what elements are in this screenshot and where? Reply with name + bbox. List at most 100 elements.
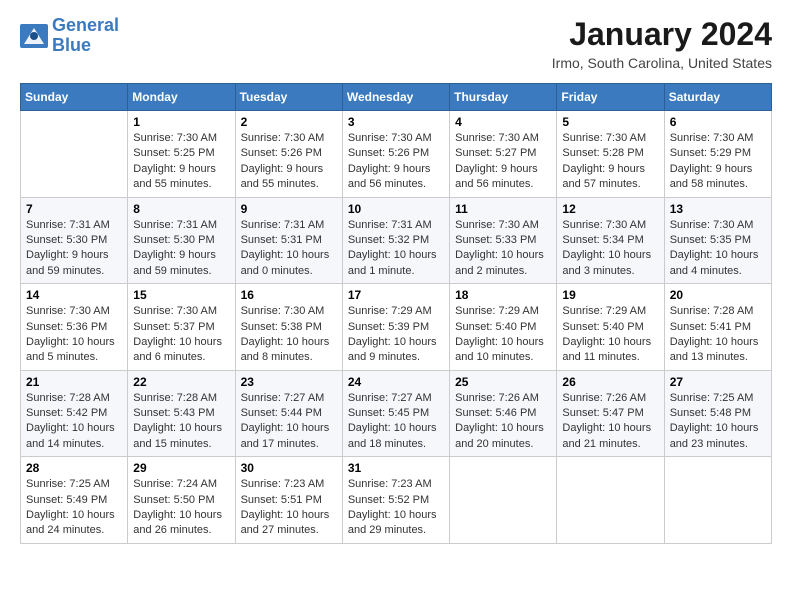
day-number: 25 bbox=[455, 375, 551, 389]
day-number: 16 bbox=[241, 288, 337, 302]
calendar-cell: 23 Sunrise: 7:27 AM Sunset: 5:44 PM Dayli… bbox=[235, 370, 342, 457]
calendar-cell: 8 Sunrise: 7:31 AM Sunset: 5:30 PM Daylig… bbox=[128, 197, 235, 284]
day-number: 28 bbox=[26, 461, 122, 475]
cell-content: Sunrise: 7:31 AM Sunset: 5:30 PM Dayligh… bbox=[26, 218, 122, 280]
week-row-3: 14 Sunrise: 7:30 AM Sunset: 5:36 PM Dayli… bbox=[21, 284, 772, 371]
day-number: 21 bbox=[26, 375, 122, 389]
calendar-cell: 10Sunrise: 7:31 AM Sunset: 5:32 PM Dayli… bbox=[342, 197, 449, 284]
calendar-cell: 2 Sunrise: 7:30 AM Sunset: 5:26 PM Daylig… bbox=[235, 111, 342, 198]
day-number: 22 bbox=[133, 375, 229, 389]
calendar-cell bbox=[664, 457, 771, 544]
calendar-cell: 4Sunrise: 7:30 AM Sunset: 5:27 PM Daylig… bbox=[450, 111, 557, 198]
location: Irmo, South Carolina, United States bbox=[552, 55, 772, 71]
cell-content: Sunrise: 7:23 AM Sunset: 5:51 PM Dayligh… bbox=[241, 477, 337, 539]
calendar-cell: 28 Sunrise: 7:25 AM Sunset: 5:49 PM Dayli… bbox=[21, 457, 128, 544]
calendar-cell: 27Sunrise: 7:25 AM Sunset: 5:48 PM Dayli… bbox=[664, 370, 771, 457]
day-number: 14 bbox=[26, 288, 122, 302]
header-monday: Monday bbox=[128, 84, 235, 111]
cell-content: Sunrise: 7:30 AM Sunset: 5:34 PM Dayligh… bbox=[562, 218, 658, 280]
week-row-1: 1 Sunrise: 7:30 AM Sunset: 5:25 PM Daylig… bbox=[21, 111, 772, 198]
day-number: 26 bbox=[562, 375, 658, 389]
cell-content: Sunrise: 7:25 AM Sunset: 5:49 PM Dayligh… bbox=[26, 477, 122, 539]
cell-content: Sunrise: 7:30 AM Sunset: 5:28 PM Dayligh… bbox=[562, 131, 658, 193]
cell-content: Sunrise: 7:27 AM Sunset: 5:44 PM Dayligh… bbox=[241, 391, 337, 453]
cell-content: Sunrise: 7:24 AM Sunset: 5:50 PM Dayligh… bbox=[133, 477, 229, 539]
header-wednesday: Wednesday bbox=[342, 84, 449, 111]
calendar-cell: 11 Sunrise: 7:30 AM Sunset: 5:33 PM Dayli… bbox=[450, 197, 557, 284]
day-number: 27 bbox=[670, 375, 766, 389]
cell-content: Sunrise: 7:29 AM Sunset: 5:40 PM Dayligh… bbox=[455, 304, 551, 366]
day-number: 7 bbox=[26, 202, 122, 216]
day-number: 4 bbox=[455, 115, 551, 129]
cell-content: Sunrise: 7:30 AM Sunset: 5:25 PM Dayligh… bbox=[133, 131, 229, 193]
week-row-2: 7 Sunrise: 7:31 AM Sunset: 5:30 PM Daylig… bbox=[21, 197, 772, 284]
calendar-cell: 31 Sunrise: 7:23 AM Sunset: 5:52 PM Dayli… bbox=[342, 457, 449, 544]
day-number: 31 bbox=[348, 461, 444, 475]
cell-content: Sunrise: 7:31 AM Sunset: 5:31 PM Dayligh… bbox=[241, 218, 337, 280]
day-number: 11 bbox=[455, 202, 551, 216]
calendar-cell: 25 Sunrise: 7:26 AM Sunset: 5:46 PM Dayli… bbox=[450, 370, 557, 457]
calendar-cell: 14 Sunrise: 7:30 AM Sunset: 5:36 PM Dayli… bbox=[21, 284, 128, 371]
calendar-cell: 26 Sunrise: 7:26 AM Sunset: 5:47 PM Dayli… bbox=[557, 370, 664, 457]
cell-content: Sunrise: 7:30 AM Sunset: 5:26 PM Dayligh… bbox=[241, 131, 337, 193]
calendar-cell: 20 Sunrise: 7:28 AM Sunset: 5:41 PM Dayli… bbox=[664, 284, 771, 371]
day-number: 17 bbox=[348, 288, 444, 302]
header-sunday: Sunday bbox=[21, 84, 128, 111]
day-number: 1 bbox=[133, 115, 229, 129]
calendar-cell: 30Sunrise: 7:23 AM Sunset: 5:51 PM Dayli… bbox=[235, 457, 342, 544]
header-tuesday: Tuesday bbox=[235, 84, 342, 111]
calendar-cell: 24Sunrise: 7:27 AM Sunset: 5:45 PM Dayli… bbox=[342, 370, 449, 457]
title-block: January 2024 Irmo, South Carolina, Unite… bbox=[552, 16, 772, 71]
week-row-4: 21 Sunrise: 7:28 AM Sunset: 5:42 PM Dayli… bbox=[21, 370, 772, 457]
calendar-table: SundayMondayTuesdayWednesdayThursdayFrid… bbox=[20, 83, 772, 544]
logo-text: GeneralBlue bbox=[52, 16, 119, 56]
calendar-cell: 17 Sunrise: 7:29 AM Sunset: 5:39 PM Dayli… bbox=[342, 284, 449, 371]
month-title: January 2024 bbox=[552, 16, 772, 53]
day-number: 15 bbox=[133, 288, 229, 302]
cell-content: Sunrise: 7:30 AM Sunset: 5:29 PM Dayligh… bbox=[670, 131, 766, 193]
day-number: 3 bbox=[348, 115, 444, 129]
logo-icon bbox=[20, 24, 48, 48]
day-number: 19 bbox=[562, 288, 658, 302]
cell-content: Sunrise: 7:26 AM Sunset: 5:47 PM Dayligh… bbox=[562, 391, 658, 453]
day-number: 18 bbox=[455, 288, 551, 302]
cell-content: Sunrise: 7:28 AM Sunset: 5:41 PM Dayligh… bbox=[670, 304, 766, 366]
calendar-cell: 3 Sunrise: 7:30 AM Sunset: 5:26 PM Daylig… bbox=[342, 111, 449, 198]
cell-content: Sunrise: 7:30 AM Sunset: 5:36 PM Dayligh… bbox=[26, 304, 122, 366]
calendar-cell: 7 Sunrise: 7:31 AM Sunset: 5:30 PM Daylig… bbox=[21, 197, 128, 284]
calendar-cell: 5 Sunrise: 7:30 AM Sunset: 5:28 PM Daylig… bbox=[557, 111, 664, 198]
day-number: 13 bbox=[670, 202, 766, 216]
day-number: 23 bbox=[241, 375, 337, 389]
header-saturday: Saturday bbox=[664, 84, 771, 111]
day-number: 6 bbox=[670, 115, 766, 129]
cell-content: Sunrise: 7:28 AM Sunset: 5:42 PM Dayligh… bbox=[26, 391, 122, 453]
calendar-cell: 1 Sunrise: 7:30 AM Sunset: 5:25 PM Daylig… bbox=[128, 111, 235, 198]
day-number: 2 bbox=[241, 115, 337, 129]
cell-content: Sunrise: 7:26 AM Sunset: 5:46 PM Dayligh… bbox=[455, 391, 551, 453]
calendar-cell: 29Sunrise: 7:24 AM Sunset: 5:50 PM Dayli… bbox=[128, 457, 235, 544]
calendar-cell: 16Sunrise: 7:30 AM Sunset: 5:38 PM Dayli… bbox=[235, 284, 342, 371]
day-number: 5 bbox=[562, 115, 658, 129]
calendar-cell: 6 Sunrise: 7:30 AM Sunset: 5:29 PM Daylig… bbox=[664, 111, 771, 198]
calendar-cell bbox=[450, 457, 557, 544]
calendar-cell: 12Sunrise: 7:30 AM Sunset: 5:34 PM Dayli… bbox=[557, 197, 664, 284]
cell-content: Sunrise: 7:29 AM Sunset: 5:39 PM Dayligh… bbox=[348, 304, 444, 366]
calendar-cell bbox=[21, 111, 128, 198]
cell-content: Sunrise: 7:31 AM Sunset: 5:30 PM Dayligh… bbox=[133, 218, 229, 280]
cell-content: Sunrise: 7:29 AM Sunset: 5:40 PM Dayligh… bbox=[562, 304, 658, 366]
calendar-header-row: SundayMondayTuesdayWednesdayThursdayFrid… bbox=[21, 84, 772, 111]
cell-content: Sunrise: 7:30 AM Sunset: 5:33 PM Dayligh… bbox=[455, 218, 551, 280]
day-number: 9 bbox=[241, 202, 337, 216]
day-number: 20 bbox=[670, 288, 766, 302]
calendar-cell bbox=[557, 457, 664, 544]
calendar-cell: 9 Sunrise: 7:31 AM Sunset: 5:31 PM Daylig… bbox=[235, 197, 342, 284]
cell-content: Sunrise: 7:23 AM Sunset: 5:52 PM Dayligh… bbox=[348, 477, 444, 539]
cell-content: Sunrise: 7:30 AM Sunset: 5:26 PM Dayligh… bbox=[348, 131, 444, 193]
page-header: GeneralBlue January 2024 Irmo, South Car… bbox=[20, 16, 772, 71]
calendar-cell: 21 Sunrise: 7:28 AM Sunset: 5:42 PM Dayli… bbox=[21, 370, 128, 457]
header-friday: Friday bbox=[557, 84, 664, 111]
cell-content: Sunrise: 7:31 AM Sunset: 5:32 PM Dayligh… bbox=[348, 218, 444, 280]
week-row-5: 28 Sunrise: 7:25 AM Sunset: 5:49 PM Dayli… bbox=[21, 457, 772, 544]
calendar-cell: 13Sunrise: 7:30 AM Sunset: 5:35 PM Dayli… bbox=[664, 197, 771, 284]
day-number: 8 bbox=[133, 202, 229, 216]
